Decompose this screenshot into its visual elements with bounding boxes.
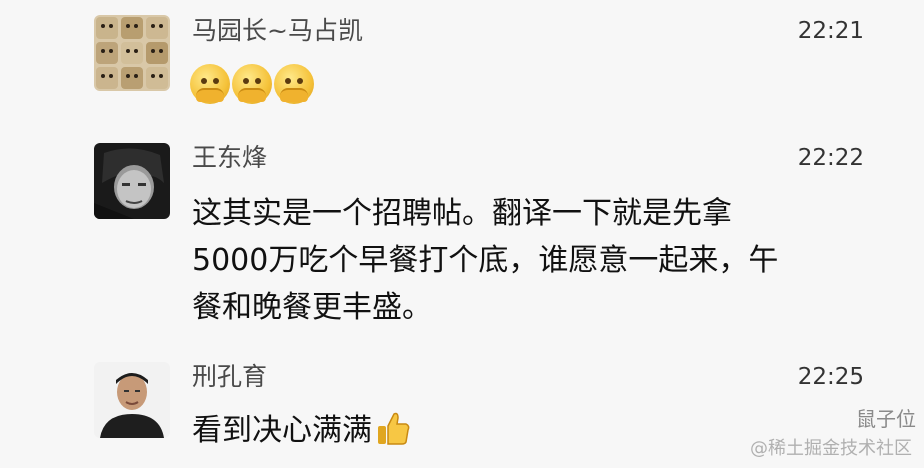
message-text-content: 看到决心满满 bbox=[192, 413, 372, 448]
facepalm-emoji bbox=[190, 64, 230, 104]
emoji-row bbox=[190, 64, 314, 104]
sender-name: 马园长~马占凯 bbox=[192, 16, 363, 45]
thumbs-up-emoji bbox=[376, 410, 410, 446]
message-time: 22:22 bbox=[797, 145, 864, 171]
avatar[interactable] bbox=[94, 362, 170, 438]
message-text-line: 餐和晚餐更丰盛。 bbox=[192, 290, 432, 325]
message-text-line: 5000万吃个早餐打个底，谁愿意一起来，午 bbox=[192, 243, 779, 278]
sender-name: 刑孔育 bbox=[192, 362, 268, 391]
facepalm-emoji bbox=[232, 64, 272, 104]
sender-name: 王东烽 bbox=[192, 143, 268, 172]
avatar[interactable] bbox=[94, 143, 170, 219]
watermark: @稀土掘金技术社区 bbox=[750, 438, 912, 459]
facepalm-emoji bbox=[274, 64, 314, 104]
message-text-line: 这其实是一个招聘帖。翻译一下就是先拿 bbox=[192, 196, 732, 231]
message-time: 22:25 bbox=[797, 364, 864, 390]
message-time: 22:21 bbox=[797, 18, 864, 44]
watermark-secondary: 鼠子位 bbox=[856, 407, 916, 431]
avatar[interactable] bbox=[94, 15, 170, 91]
message-text: 看到决心满满 bbox=[192, 407, 410, 454]
